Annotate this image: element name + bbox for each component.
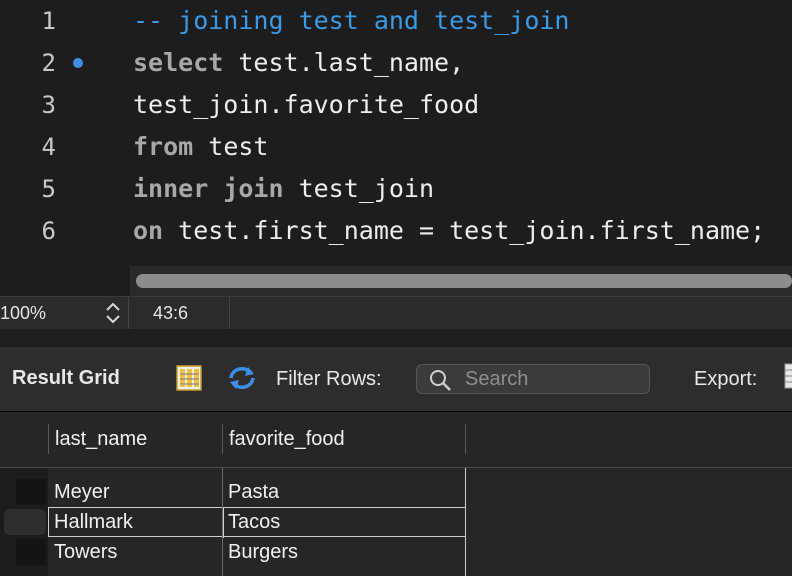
sql-token: test.last_name,: [223, 48, 465, 77]
line-number: 4: [41, 133, 56, 161]
line-number: 5: [41, 175, 56, 203]
cell-last-name[interactable]: Meyer: [48, 477, 222, 507]
search-input[interactable]: [465, 365, 645, 393]
code-text: test_join.favorite_food: [133, 84, 479, 126]
code-text: -- joining test and test_join: [133, 0, 570, 42]
cursor-position: 43:6: [153, 303, 189, 323]
filter-search-box[interactable]: [416, 364, 650, 394]
sql-keyword: from: [133, 132, 194, 161]
table-row[interactable]: Towers Burgers: [0, 537, 792, 567]
line-number: 6: [41, 217, 56, 245]
sql-token: test_join.favorite_food: [133, 90, 480, 119]
line-number: 1: [41, 7, 56, 35]
line-number: 3: [41, 91, 56, 119]
cell-last-name[interactable]: Towers: [48, 537, 222, 567]
cell-favorite-food[interactable]: Pasta: [222, 477, 466, 507]
cell-last-name[interactable]: Hallmark: [48, 507, 222, 537]
export-label: Export:: [694, 368, 758, 390]
export-icon[interactable]: [784, 363, 792, 389]
result-grid-title: Result Grid: [12, 367, 120, 389]
column-header-last-name[interactable]: last_name: [48, 424, 222, 454]
sql-comment: -- joining test and test_join: [133, 6, 570, 35]
panel-gap: [0, 329, 792, 347]
horizontal-scrollbar[interactable]: [130, 266, 792, 296]
result-grid[interactable]: last_name favorite_food Meyer Pasta Hall…: [0, 412, 792, 576]
filter-rows-label: Filter Rows:: [276, 368, 382, 390]
table-row[interactable]: Meyer Pasta: [0, 477, 792, 507]
result-grid-icon[interactable]: [176, 365, 202, 391]
editor-status-bar: 100% 43:6: [0, 296, 792, 329]
sql-token: test.first_name = test_join.first_name;: [163, 216, 766, 245]
code-line[interactable]: 5 inner join test_join: [0, 168, 792, 210]
sql-editor[interactable]: 1 -- joining test and test_join 2 select te…: [0, 0, 792, 296]
status-separator: [128, 297, 129, 329]
code-text: inner join test_join: [133, 168, 434, 210]
column-header-favorite-food[interactable]: favorite_food: [222, 424, 466, 454]
sql-keyword: on: [133, 216, 164, 245]
code-text: from test: [133, 126, 268, 168]
refresh-icon[interactable]: [226, 364, 258, 392]
column-header-end: [465, 424, 466, 454]
line-number: 2: [41, 49, 56, 77]
cell-favorite-food[interactable]: Tacos: [222, 507, 466, 537]
scrollbar-thumb[interactable]: [136, 274, 792, 288]
grid-header-row: last_name favorite_food: [0, 412, 792, 468]
table-row[interactable]: Hallmark Tacos: [0, 507, 792, 538]
search-icon: [430, 370, 451, 391]
status-separator: [229, 297, 230, 329]
sql-keyword: select: [133, 48, 224, 77]
code-text: on test.first_name = test_join.first_nam…: [133, 210, 765, 252]
sql-token: test_join: [283, 174, 435, 203]
sql-keyword: inner join: [133, 174, 284, 203]
code-line[interactable]: 4 from test: [0, 126, 792, 168]
result-toolbar: Result Grid Filter Rows: Export:: [0, 347, 792, 412]
code-line[interactable]: 3 test_join.favorite_food: [0, 84, 792, 126]
sql-token: test: [193, 132, 269, 161]
grid-column-divider: [222, 468, 223, 576]
zoom-stepper-icon[interactable]: [104, 301, 122, 325]
cell-favorite-food[interactable]: Burgers: [222, 537, 466, 567]
zoom-level[interactable]: 100%: [0, 297, 46, 329]
code-text: select test.last_name,: [133, 42, 464, 84]
statement-marker-icon: [73, 58, 83, 68]
grid-column-edge: [465, 468, 466, 576]
code-line[interactable]: 1 -- joining test and test_join: [0, 0, 792, 42]
code-line[interactable]: 6 on test.first_name = test_join.first_na…: [0, 210, 792, 252]
code-line[interactable]: 2 select test.last_name,: [0, 42, 792, 84]
